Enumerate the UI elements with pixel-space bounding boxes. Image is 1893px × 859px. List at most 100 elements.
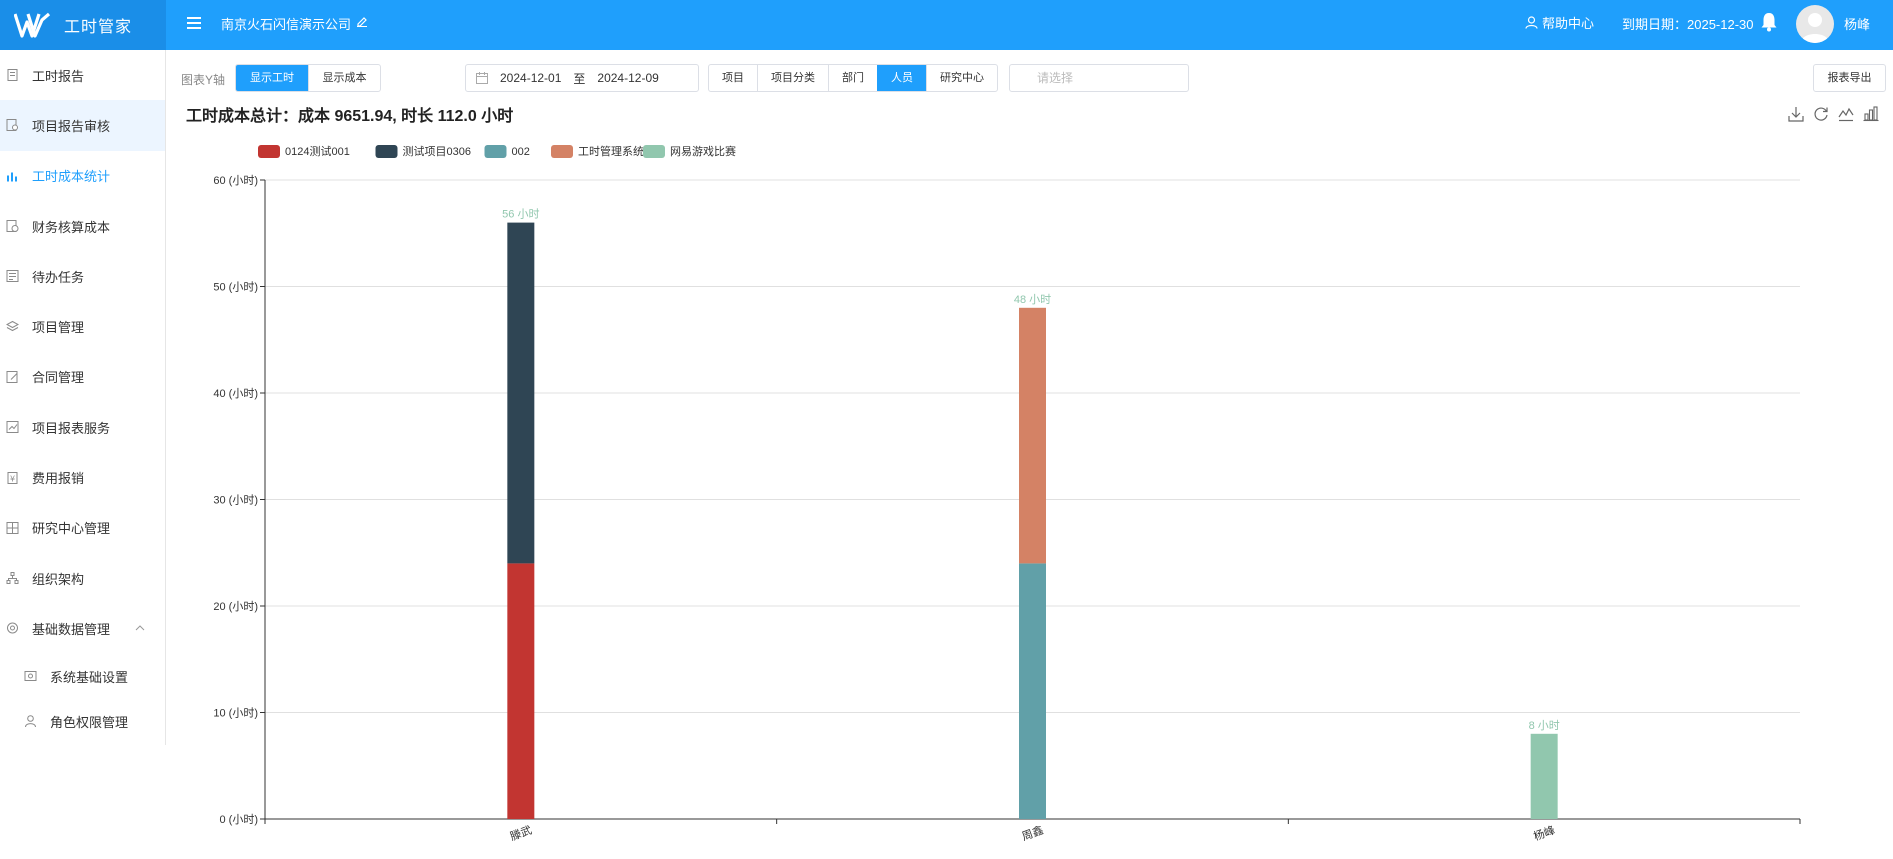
y-tick-label: 10 (小时) — [213, 707, 258, 720]
app-title: 工时管家 — [64, 19, 133, 36]
dimension-department-button[interactable]: 部门 — [828, 65, 877, 91]
legend-swatch — [643, 145, 665, 158]
legend-label: 测试项目0306 — [403, 145, 471, 158]
date-separator: 至 — [573, 71, 586, 86]
refresh-icon[interactable] — [1813, 106, 1829, 122]
bar-segment[interactable] — [507, 563, 535, 819]
task-icon — [6, 270, 19, 283]
menu-toggle-icon[interactable] — [187, 17, 201, 29]
legend-swatch — [484, 145, 507, 158]
sidebar-item[interactable]: 财务核算成本 — [0, 201, 165, 251]
y-axis-label: 图表Y轴 — [181, 73, 226, 87]
bar-chart-icon — [7, 172, 17, 182]
y-tick-label: 40 (小时) — [213, 387, 258, 400]
audit-icon — [6, 119, 18, 132]
chart-toolbox — [1788, 106, 1879, 122]
date-range-picker[interactable]: 2024-12-01 至 2024-12-09 — [465, 64, 699, 92]
sidebar-item[interactable]: 基础数据管理 — [0, 603, 165, 653]
bell-icon[interactable] — [1760, 12, 1778, 32]
logo-area[interactable]: 工时管家 — [0, 0, 166, 50]
legend-item[interactable]: 002 — [484, 145, 530, 158]
filter-select[interactable]: 请选择 — [1009, 64, 1189, 92]
y-axis-toggle: 显示工时 显示成本 — [235, 64, 381, 92]
bar-total-label: 56 小时 — [502, 208, 539, 221]
database-icon — [7, 622, 18, 634]
help-center-label: 帮助中心 — [1542, 16, 1595, 31]
dimension-research-center-button[interactable]: 研究中心 — [926, 65, 997, 91]
sidebar-item-label: 费用报销 — [32, 471, 85, 487]
sidebar-subitem-label: 系统基础设置 — [50, 669, 129, 685]
date-start[interactable]: 2024-12-01 — [500, 71, 561, 85]
sidebar-item-label: 基础数据管理 — [32, 621, 111, 637]
expense-icon: ¥ — [7, 471, 18, 484]
date-end[interactable]: 2024-12-09 — [597, 71, 658, 85]
contract-icon — [6, 370, 18, 383]
line-chart-icon[interactable] — [1838, 106, 1854, 122]
x-category-label: 滕武 — [508, 823, 533, 844]
edit-icon[interactable] — [356, 15, 368, 27]
sidebar-item[interactable]: 项目报表服务 — [0, 402, 165, 452]
layers-icon — [6, 320, 19, 331]
y-tick-label: 50 (小时) — [213, 281, 258, 294]
bar-segment[interactable] — [507, 222, 535, 564]
legend-item[interactable]: 工时管理系统 — [551, 144, 644, 158]
sidebar-item[interactable]: 工时报告 — [0, 50, 165, 100]
sidebar-item-label: 组织架构 — [32, 571, 85, 587]
sidebar-item[interactable]: 研究中心管理 — [0, 503, 165, 553]
export-report-button[interactable]: 报表导出 — [1813, 64, 1886, 92]
dimension-category-button[interactable]: 项目分类 — [757, 65, 828, 91]
dimension-person-button[interactable]: 人员 — [877, 65, 926, 91]
bar-segment[interactable] — [1019, 563, 1046, 819]
sidebar-nav: 工时报告项目报告审核 工时成本统计财务核算成本待办任务项目管理 合同管理 项目报表服务… — [0, 50, 165, 654]
sidebar-subnav: 系统基础设置 角色权限管理 — [0, 654, 165, 744]
sidebar-item[interactable]: ¥ 费用报销 — [0, 452, 165, 502]
sidebar-subitem[interactable]: 角色权限管理 — [0, 699, 165, 744]
download-icon[interactable] — [1788, 106, 1804, 122]
sidebar-item[interactable]: 项目报告审核 — [0, 100, 165, 151]
bar-segment[interactable] — [1019, 307, 1046, 564]
sidebar-item[interactable]: 合同管理 — [0, 352, 165, 402]
company-name[interactable]: 南京火石闪信演示公司 — [221, 14, 351, 33]
bar-segment[interactable] — [1530, 733, 1558, 819]
avatar[interactable] — [1796, 5, 1834, 43]
legend-label: 002 — [512, 146, 530, 158]
bar-chart-toggle-icon[interactable] — [1863, 106, 1879, 122]
top-bar: 工时管家 南京火石闪信演示公司 帮助中心 到期日期：2025-12-30 杨峰 — [0, 0, 1893, 50]
legend-item[interactable]: 网易游戏比赛 — [643, 144, 736, 158]
x-category-label: 周鑫 — [1020, 823, 1045, 844]
y-tick-label: 20 (小时) — [213, 600, 258, 613]
x-category-label: 杨峰 — [1531, 823, 1556, 844]
sidebar-item[interactable]: 待办任务 — [0, 251, 165, 301]
help-center-link[interactable]: 帮助中心 — [1525, 13, 1594, 32]
bar-total-label: 8 小时 — [1529, 719, 1560, 732]
y-tick-label: 60 (小时) — [213, 174, 258, 187]
sidebar-item[interactable]: 工时成本统计 — [0, 151, 165, 201]
legend-swatch — [375, 145, 398, 158]
y-tick-label: 30 (小时) — [213, 494, 258, 507]
finance-icon — [6, 220, 19, 233]
dimension-toggle: 项目 项目分类 部门 人员 研究中心 — [708, 64, 998, 92]
y-tick-label: 0 (小时) — [220, 813, 259, 826]
expire-date: 到期日期：2025-12-30 — [1622, 17, 1754, 32]
sidebar-subitem-label: 角色权限管理 — [50, 714, 129, 730]
legend-item[interactable]: 0124测试001 — [258, 145, 350, 158]
show-cost-button[interactable]: 显示成本 — [308, 65, 380, 91]
chevron-up-icon[interactable] — [135, 625, 145, 631]
report-icon — [6, 421, 19, 434]
show-hours-button[interactable]: 显示工时 — [236, 65, 308, 91]
org-icon — [6, 572, 19, 585]
sidebar-subitem[interactable]: 系统基础设置 — [0, 654, 165, 699]
calendar-icon — [476, 72, 488, 84]
sidebar-item[interactable]: 项目管理 — [0, 301, 165, 351]
sidebar-item-label: 工时成本统计 — [32, 169, 111, 185]
sidebar-item-label: 待办任务 — [32, 269, 85, 285]
sidebar-item-label: 项目报告审核 — [32, 118, 111, 134]
legend-item[interactable]: 测试项目0306 — [375, 145, 471, 158]
sidebar-item[interactable]: 组织架构 — [0, 553, 165, 603]
dimension-project-button[interactable]: 项目 — [709, 65, 757, 91]
cost-chart: 0124测试001 测试项目0306 002 工时管理系统 网易游戏比赛 0 (小时) 10… — [213, 144, 1801, 844]
username[interactable]: 杨峰 — [1844, 14, 1870, 33]
legend-label: 网易游戏比赛 — [670, 144, 736, 158]
bar-total-label: 48 小时 — [1014, 293, 1051, 306]
cost-summary-title: 工时成本总计：成本 9651.94, 时长 112.0 小时 — [186, 108, 514, 125]
